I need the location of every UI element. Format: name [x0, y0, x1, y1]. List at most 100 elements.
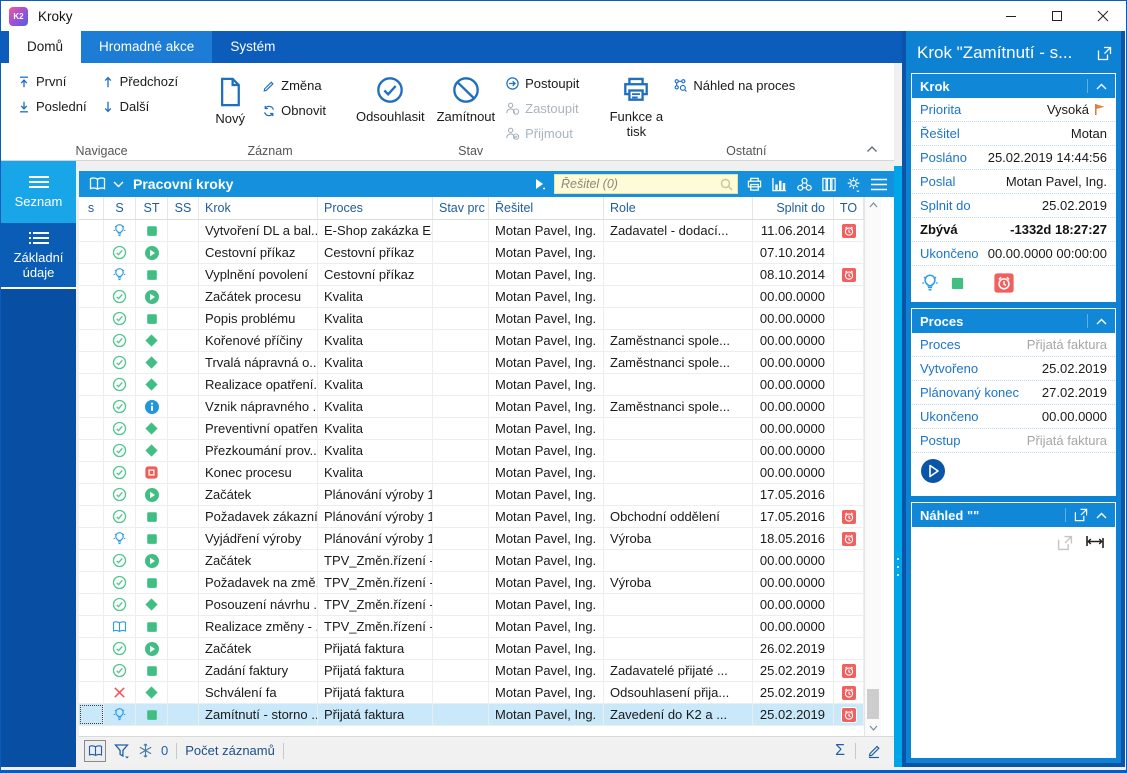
col-header-SS[interactable]: SS: [168, 197, 199, 219]
card-proces-header[interactable]: Proces: [912, 309, 1115, 333]
new-button[interactable]: Nový: [202, 71, 258, 128]
card-krok-header[interactable]: Krok: [912, 74, 1115, 98]
col-header-role[interactable]: Role: [604, 197, 753, 219]
scrollbar-thumb[interactable]: [867, 689, 879, 719]
chart-icon[interactable]: [771, 177, 788, 192]
panel-field-row[interactable]: ŘešitelMotan: [912, 122, 1115, 146]
col-header-proces[interactable]: Proces: [318, 197, 433, 219]
table-row[interactable]: ZačátekPřijatá fakturaMotan Pavel, Ing.2…: [79, 638, 864, 660]
panel-field-row[interactable]: PoslalMotan Pavel, Ing.: [912, 170, 1115, 194]
col-header-ST[interactable]: ST: [136, 197, 168, 219]
panel-field-row[interactable]: Ukončeno00.00.0000: [912, 405, 1115, 429]
table-row[interactable]: Požadavek na změ...TPV_Změn.řízení - ...…: [79, 572, 864, 594]
tab-system[interactable]: Systém: [212, 31, 293, 63]
sum-sigma-icon[interactable]: Σ: [835, 742, 845, 760]
col-header-krok[interactable]: Krok: [199, 197, 318, 219]
panel-splitter[interactable]: [894, 166, 902, 767]
process-play-button[interactable]: [920, 458, 946, 484]
settings-gear-icon[interactable]: [845, 176, 862, 192]
minimize-button[interactable]: [988, 1, 1034, 31]
table-row[interactable]: Přezkoumání prov...KvalitaMotan Pavel, I…: [79, 440, 864, 462]
accept-button[interactable]: Přijmout: [501, 121, 583, 146]
table-row[interactable]: Vyjádření výrobyPlánování výroby 1...Mot…: [79, 528, 864, 550]
columns-icon[interactable]: [821, 177, 837, 192]
table-row[interactable]: Vznik nápravného ...KvalitaMotan Pavel, …: [79, 396, 864, 418]
table-row[interactable]: Začátek procesuKvalitaMotan Pavel, Ing.0…: [79, 286, 864, 308]
table-row[interactable]: Realizace opatření...KvalitaMotan Pavel,…: [79, 374, 864, 396]
print-icon[interactable]: [746, 177, 763, 192]
ribbon-collapse-button[interactable]: [866, 141, 878, 156]
book-icon[interactable]: [89, 177, 106, 191]
panel-field-row[interactable]: Zbývá-1332d 18:27:27: [912, 218, 1115, 242]
scroll-down-icon[interactable]: [865, 720, 881, 736]
tab-hromadne-akce[interactable]: Hromadné akce: [81, 31, 212, 63]
table-row[interactable]: Preventivní opatřeníKvalitaMotan Pavel, …: [79, 418, 864, 440]
edit-pencil-icon[interactable]: [866, 743, 882, 759]
next-button[interactable]: Další: [97, 94, 183, 119]
filter-search-input[interactable]: [561, 177, 720, 191]
col-header-S[interactable]: S: [104, 197, 136, 219]
card-nahled-header[interactable]: Náhled "": [912, 503, 1115, 527]
table-row[interactable]: Popis problémuKvalitaMotan Pavel, Ing.00…: [79, 308, 864, 330]
table-row[interactable]: Kořenové příčinyKvalitaMotan Pavel, Ing.…: [79, 330, 864, 352]
col-header-resitel[interactable]: Řešitel: [489, 197, 604, 219]
vertical-scrollbar[interactable]: [864, 197, 881, 736]
open-external-icon[interactable]: [1074, 508, 1088, 522]
panel-field-row[interactable]: ProcesPřijatá faktura: [912, 333, 1115, 357]
panel-field-row[interactable]: PrioritaVysoká: [912, 98, 1115, 122]
col-header-stav-prc[interactable]: Stav prc: [433, 197, 489, 219]
filter-icon[interactable]: [114, 743, 130, 759]
col-header-splnit-do[interactable]: Splnit do: [753, 197, 834, 219]
table-row[interactable]: ZačátekPlánování výroby 1...Motan Pavel,…: [79, 484, 864, 506]
chevron-down-icon[interactable]: [113, 181, 124, 188]
table-row[interactable]: Cestovní příkazCestovní příkazMotan Pave…: [79, 242, 864, 264]
change-button[interactable]: Změna: [258, 73, 330, 98]
tab-domu[interactable]: Domů: [9, 31, 81, 63]
menu-hamburger-icon[interactable]: [870, 178, 888, 191]
panel-field-row[interactable]: PostupPřijatá faktura: [912, 429, 1115, 453]
collapse-chevron-icon[interactable]: [1096, 512, 1107, 519]
table-row[interactable]: Vyplnění povoleníCestovní příkazMotan Pa…: [79, 264, 864, 286]
table-row[interactable]: Posouzení návrhu ...TPV_Změn.řízení - ..…: [79, 594, 864, 616]
table-row[interactable]: Vytvoření DL a bal...E-Shop zakázka ES..…: [79, 220, 864, 242]
refresh-button[interactable]: Obnovit: [258, 98, 330, 123]
approve-button[interactable]: Odsouhlasit: [350, 69, 431, 126]
open-external-icon[interactable]: [1097, 46, 1112, 61]
book-view-button[interactable]: [84, 740, 106, 762]
table-row[interactable]: Trvalá nápravná o...KvalitaMotan Pavel, …: [79, 352, 864, 374]
previous-button[interactable]: Předchozí: [97, 69, 183, 94]
snowflake-icon[interactable]: [138, 743, 153, 758]
web-cluster-icon[interactable]: [796, 177, 813, 192]
fit-width-icon[interactable]: [1085, 535, 1105, 551]
table-row[interactable]: Realizace změny - ...TPV_Změn.řízení - .…: [79, 616, 864, 638]
substitute-button[interactable]: Zastoupit: [501, 96, 583, 121]
table-row[interactable]: Schválení faPřijatá fakturaMotan Pavel, …: [79, 682, 864, 704]
panel-field-row[interactable]: Ukončeno00.00.0000 00:00:00: [912, 242, 1115, 266]
sidebar-item-seznam[interactable]: Seznam: [1, 161, 76, 223]
table-row[interactable]: Zamítnutí - storno ...Přijatá fakturaMot…: [79, 704, 864, 726]
cell-splnit-do: 00.00.0000: [753, 374, 834, 395]
close-button[interactable]: [1080, 1, 1126, 31]
table-row[interactable]: ZačátekTPV_Změn.řízení - ...Motan Pavel,…: [79, 550, 864, 572]
filter-run-icon[interactable]: [534, 178, 546, 190]
functions-print-button[interactable]: Funkce a tisk: [603, 69, 669, 141]
reject-button[interactable]: Zamítnout: [431, 69, 502, 126]
panel-field-row[interactable]: Plánovaný konec27.02.2019: [912, 381, 1115, 405]
forward-button[interactable]: Postoupit: [501, 71, 583, 96]
collapse-chevron-icon[interactable]: [1096, 83, 1107, 90]
maximize-button[interactable]: [1034, 1, 1080, 31]
first-button[interactable]: První: [13, 69, 91, 94]
col-header-to[interactable]: TO: [834, 197, 864, 219]
table-row[interactable]: Zadání fakturyPřijatá fakturaMotan Pavel…: [79, 660, 864, 682]
panel-field-row[interactable]: Vytvořeno25.02.2019: [912, 357, 1115, 381]
collapse-chevron-icon[interactable]: [1096, 318, 1107, 325]
table-row[interactable]: Požadavek zákazní...Plánování výroby 1..…: [79, 506, 864, 528]
panel-field-row[interactable]: Splnit do25.02.2019: [912, 194, 1115, 218]
table-row[interactable]: Konec procesuKvalitaMotan Pavel, Ing.00.…: [79, 462, 864, 484]
process-preview-button[interactable]: Náhled na proces: [669, 73, 799, 98]
sidebar-item-zakladni-udaje[interactable]: Základní údaje: [1, 223, 76, 289]
scroll-up-icon[interactable]: [865, 197, 881, 213]
col-header-s[interactable]: s: [79, 197, 104, 219]
panel-field-row[interactable]: Posláno25.02.2019 14:44:56: [912, 146, 1115, 170]
last-button[interactable]: Poslední: [13, 94, 91, 119]
